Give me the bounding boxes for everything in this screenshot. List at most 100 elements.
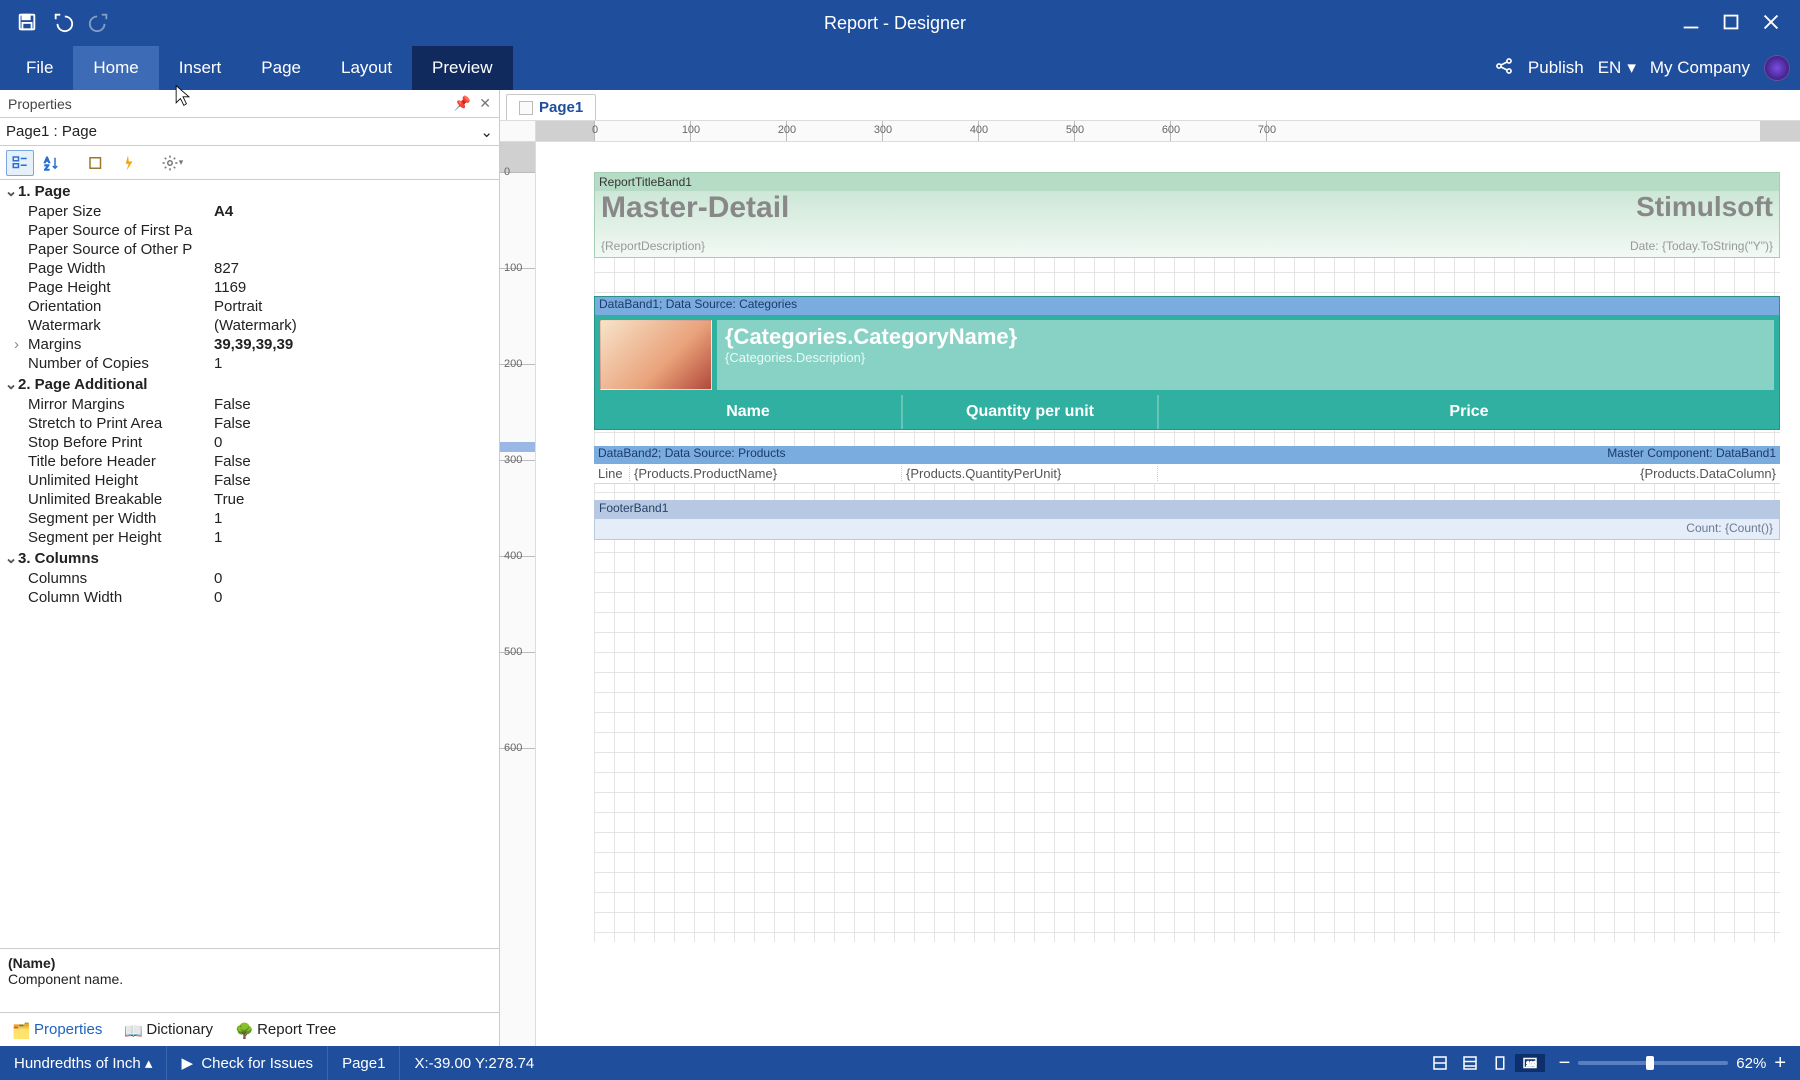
- view-mode-2-icon[interactable]: [1455, 1054, 1485, 1072]
- canvas[interactable]: ReportTitleBand1 Master-Detail Stimulsof…: [536, 142, 1800, 1046]
- band-label: DataBand2; Data Source: Products: [598, 446, 785, 464]
- publish-button[interactable]: Publish: [1528, 58, 1584, 78]
- view-mode-3-icon[interactable]: [1485, 1054, 1515, 1072]
- properties-selector[interactable]: Page1 : Page ⌄: [0, 118, 499, 146]
- properties-grid[interactable]: ⌄1. PagePaper SizeA4Paper Source of Firs…: [0, 180, 499, 948]
- svg-text:100: 100: [1526, 1062, 1537, 1068]
- save-icon[interactable]: [16, 11, 38, 36]
- tab-insert[interactable]: Insert: [159, 46, 242, 90]
- property-group[interactable]: ⌄2. Page Additional: [0, 373, 499, 395]
- report-title-text[interactable]: Master-Detail: [601, 191, 789, 225]
- view-mode-4-icon[interactable]: 100: [1515, 1054, 1545, 1072]
- property-row[interactable]: Mirror MarginsFalse: [0, 395, 499, 414]
- tab-file[interactable]: File: [6, 46, 73, 90]
- property-row[interactable]: ›Margins39,39,39,39: [0, 335, 499, 354]
- tab-home[interactable]: Home: [73, 46, 158, 90]
- property-row[interactable]: Unlimited BreakableTrue: [0, 490, 499, 509]
- avatar[interactable]: [1764, 55, 1790, 81]
- report-page[interactable]: ReportTitleBand1 Master-Detail Stimulsof…: [594, 172, 1780, 942]
- property-row[interactable]: Number of Copies1: [0, 354, 499, 373]
- chevron-up-icon: ▴: [145, 1054, 153, 1072]
- tab-properties[interactable]: 🗂️Properties: [4, 1017, 110, 1042]
- cell-line[interactable]: Line: [594, 466, 630, 481]
- zoom-out-icon[interactable]: −: [1559, 1052, 1571, 1075]
- zoom-value: 62%: [1736, 1055, 1766, 1072]
- footer-count-expr[interactable]: Count: {Count()}: [595, 519, 1779, 539]
- col-price[interactable]: Price: [1159, 395, 1779, 429]
- property-row[interactable]: Paper Source of Other P: [0, 240, 499, 259]
- property-row[interactable]: Stretch to Print AreaFalse: [0, 414, 499, 433]
- report-title-band[interactable]: ReportTitleBand1 Master-Detail Stimulsof…: [594, 172, 1780, 258]
- col-qty[interactable]: Quantity per unit: [903, 395, 1159, 429]
- tab-page[interactable]: Page: [241, 46, 321, 90]
- property-row[interactable]: Columns0: [0, 569, 499, 588]
- brand-text[interactable]: Stimulsoft: [1636, 191, 1773, 223]
- share-icon[interactable]: [1494, 56, 1514, 81]
- settings-icon[interactable]: ▾: [158, 150, 186, 176]
- property-row[interactable]: Stop Before Print0: [0, 433, 499, 452]
- status-check-issues[interactable]: ▶ Check for Issues: [167, 1046, 328, 1080]
- page-tab-page1[interactable]: Page1: [506, 94, 596, 120]
- property-row[interactable]: Unlimited HeightFalse: [0, 471, 499, 490]
- cell-data-column[interactable]: {Products.DataColumn}: [1158, 466, 1780, 481]
- chevron-down-icon: ▾: [1627, 58, 1636, 78]
- language-selector[interactable]: EN▾: [1598, 58, 1636, 78]
- header-row[interactable]: Name Quantity per unit Price: [595, 395, 1779, 429]
- chevron-down-icon: ⌄: [480, 123, 493, 141]
- property-row[interactable]: Paper SizeA4: [0, 202, 499, 221]
- minimize-icon[interactable]: [1680, 11, 1702, 36]
- close-icon[interactable]: [1760, 11, 1782, 36]
- property-group[interactable]: ⌄1. Page: [0, 180, 499, 202]
- property-row[interactable]: OrientationPortrait: [0, 297, 499, 316]
- tab-dictionary[interactable]: 📖Dictionary: [116, 1017, 221, 1042]
- company-label[interactable]: My Company: [1650, 58, 1750, 78]
- footer-band[interactable]: FooterBand1 Count: {Count()}: [594, 500, 1780, 540]
- page-tab-icon: [519, 101, 533, 115]
- band-label-right: Master Component: DataBand1: [1607, 446, 1776, 464]
- tab-preview[interactable]: Preview: [412, 46, 512, 90]
- category-image[interactable]: [600, 320, 712, 390]
- category-name-expr[interactable]: {Categories.CategoryName}: [725, 324, 1766, 350]
- cell-qty-per-unit[interactable]: {Products.QuantityPerUnit}: [902, 466, 1158, 481]
- property-row[interactable]: Watermark(Watermark): [0, 316, 499, 335]
- report-date-expr[interactable]: Date: {Today.ToString("Y")}: [1630, 239, 1773, 253]
- property-row[interactable]: Page Width827: [0, 259, 499, 278]
- ruler-horizontal: 0100200300400500600700: [500, 120, 1800, 142]
- property-row[interactable]: Page Height1169: [0, 278, 499, 297]
- zoom-control[interactable]: − 62% +: [1545, 1052, 1800, 1075]
- status-units[interactable]: Hundredths of Inch ▴: [0, 1046, 167, 1080]
- category-desc-expr[interactable]: {Categories.Description}: [725, 350, 1766, 365]
- zoom-slider[interactable]: [1578, 1061, 1728, 1065]
- redo-icon[interactable]: [88, 11, 110, 36]
- properties-toolbar: AZ ▾: [0, 146, 499, 180]
- language-label: EN: [1598, 58, 1622, 78]
- maximize-icon[interactable]: [1720, 11, 1742, 36]
- property-group[interactable]: ⌄3. Columns: [0, 547, 499, 569]
- cell-product-name[interactable]: {Products.ProductName}: [630, 466, 902, 481]
- tab-layout[interactable]: Layout: [321, 46, 412, 90]
- property-row[interactable]: Paper Source of First Pa: [0, 221, 499, 240]
- databand-categories[interactable]: DataBand1; Data Source: Categories {Cate…: [594, 296, 1780, 430]
- band-label: FooterBand1: [595, 501, 1779, 519]
- col-name[interactable]: Name: [595, 395, 903, 429]
- property-row[interactable]: Segment per Width1: [0, 509, 499, 528]
- property-row[interactable]: Segment per Height1: [0, 528, 499, 547]
- report-desc-expr[interactable]: {ReportDescription}: [601, 239, 705, 253]
- status-page[interactable]: Page1: [328, 1046, 400, 1080]
- localize-icon[interactable]: [82, 150, 110, 176]
- view-mode-1-icon[interactable]: [1425, 1054, 1455, 1072]
- dictionary-tab-icon: 📖: [124, 1022, 140, 1038]
- panel-close-icon[interactable]: ✕: [479, 95, 491, 112]
- undo-icon[interactable]: [52, 11, 74, 36]
- pin-icon[interactable]: 📌: [454, 95, 471, 112]
- tab-report-tree[interactable]: 🌳Report Tree: [227, 1017, 344, 1042]
- events-icon[interactable]: [114, 150, 142, 176]
- databand-products[interactable]: DataBand2; Data Source: Products Master …: [594, 446, 1780, 484]
- property-row[interactable]: Title before HeaderFalse: [0, 452, 499, 471]
- property-row[interactable]: Column Width0: [0, 588, 499, 607]
- categorized-icon[interactable]: [6, 150, 34, 176]
- properties-tab-icon: 🗂️: [12, 1022, 28, 1038]
- alphabetical-icon[interactable]: AZ: [38, 150, 66, 176]
- zoom-in-icon[interactable]: +: [1774, 1052, 1786, 1075]
- ruler-vertical: 0100200300400500600: [500, 142, 536, 1046]
